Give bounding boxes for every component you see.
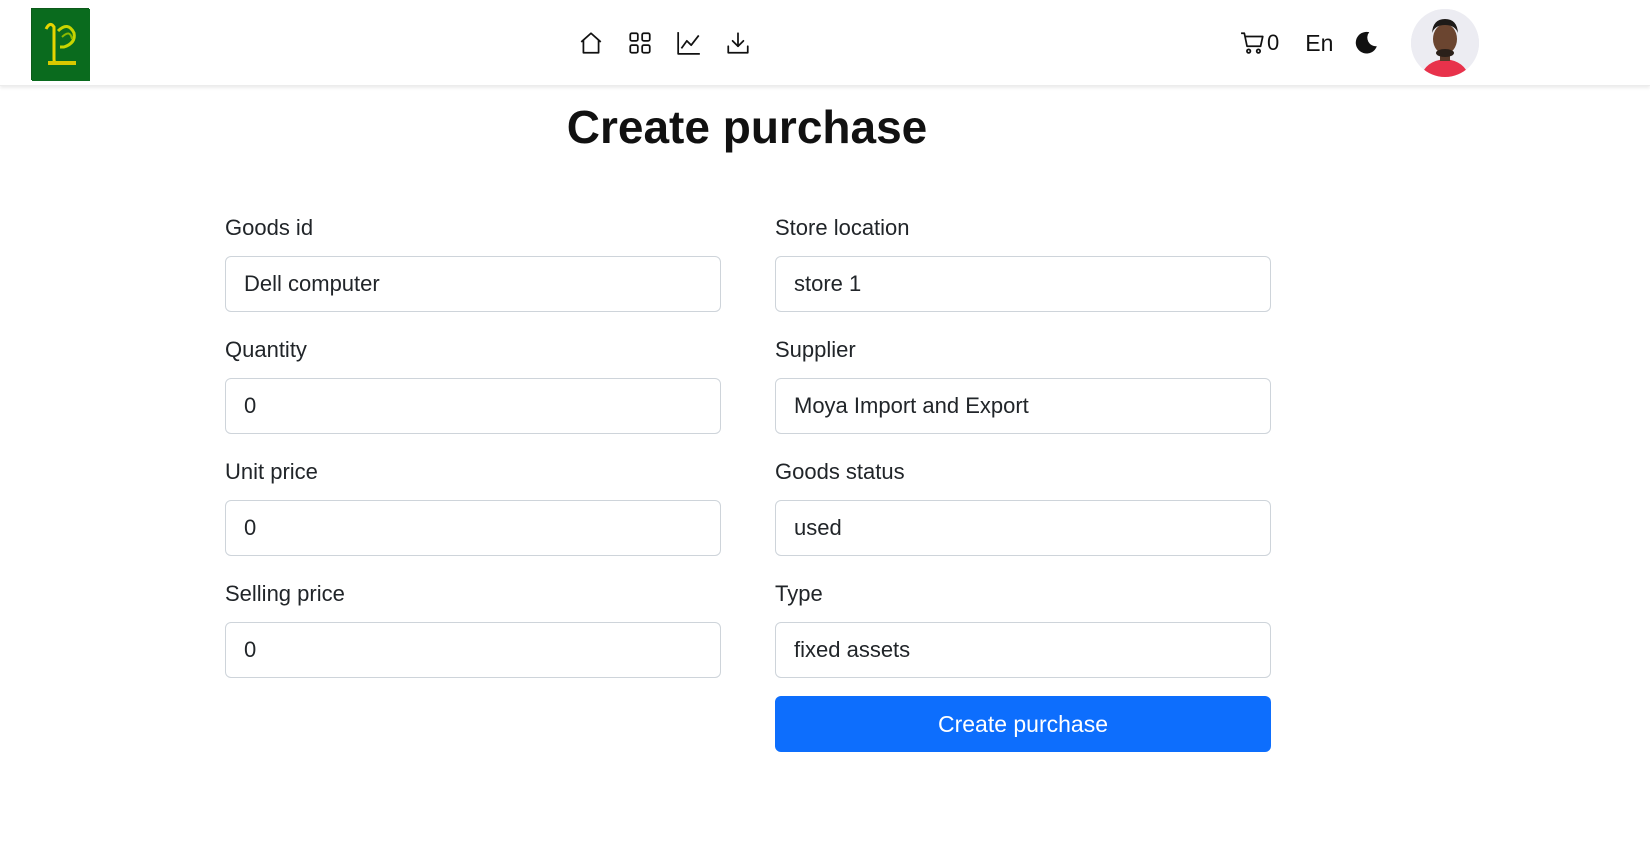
selling-price-label: Selling price xyxy=(225,581,345,606)
download-icon[interactable] xyxy=(725,30,751,56)
supplier-group: Supplier xyxy=(775,335,1271,434)
home-icon[interactable] xyxy=(578,30,604,56)
store-location-group: Store location xyxy=(775,213,1271,312)
grid-icon[interactable] xyxy=(627,30,653,56)
quantity-group: Quantity xyxy=(225,335,721,434)
unit-price-label: Unit price xyxy=(225,459,318,484)
top-navbar: 0 En xyxy=(0,0,1650,86)
supplier-input[interactable] xyxy=(775,378,1271,434)
user-avatar[interactable] xyxy=(1411,9,1480,77)
store-location-input[interactable] xyxy=(775,256,1271,312)
type-group: Type xyxy=(775,579,1271,678)
goods-status-input[interactable] xyxy=(775,500,1271,556)
cart-count-badge: 0 xyxy=(1267,30,1280,55)
goods-status-label: Goods status xyxy=(775,459,905,484)
type-label: Type xyxy=(775,581,823,606)
cart-icon xyxy=(1241,32,1264,54)
quantity-label: Quantity xyxy=(225,337,307,362)
selling-price-input[interactable] xyxy=(225,622,721,678)
user-photo xyxy=(1411,9,1480,77)
goods-id-input[interactable] xyxy=(225,256,721,312)
main-nav xyxy=(578,30,751,56)
store-location-label: Store location xyxy=(775,215,910,240)
logo-emblem-icon xyxy=(32,9,90,81)
selling-price-group: Selling price xyxy=(225,579,721,678)
goods-id-label: Goods id xyxy=(225,215,314,240)
page-title: Create purchase xyxy=(566,101,928,153)
goods-id-group: Goods id xyxy=(225,213,721,312)
goods-status-group: Goods status xyxy=(775,457,1271,556)
language-selector[interactable]: En xyxy=(1305,30,1333,57)
dark-mode-toggle[interactable] xyxy=(1353,30,1379,56)
unit-price-group: Unit price xyxy=(225,457,721,556)
moon-icon xyxy=(1356,31,1378,54)
unit-price-input[interactable] xyxy=(225,500,721,556)
cart-button[interactable]: 0 xyxy=(1240,30,1279,56)
brand-logo[interactable] xyxy=(31,8,90,81)
quantity-input[interactable] xyxy=(225,378,721,434)
type-input[interactable] xyxy=(775,622,1271,678)
chart-line-icon[interactable] xyxy=(676,30,702,56)
navbar-right: 0 En xyxy=(1240,0,1480,86)
supplier-label: Supplier xyxy=(775,337,856,362)
create-purchase-button[interactable]: Create purchase xyxy=(775,696,1271,752)
